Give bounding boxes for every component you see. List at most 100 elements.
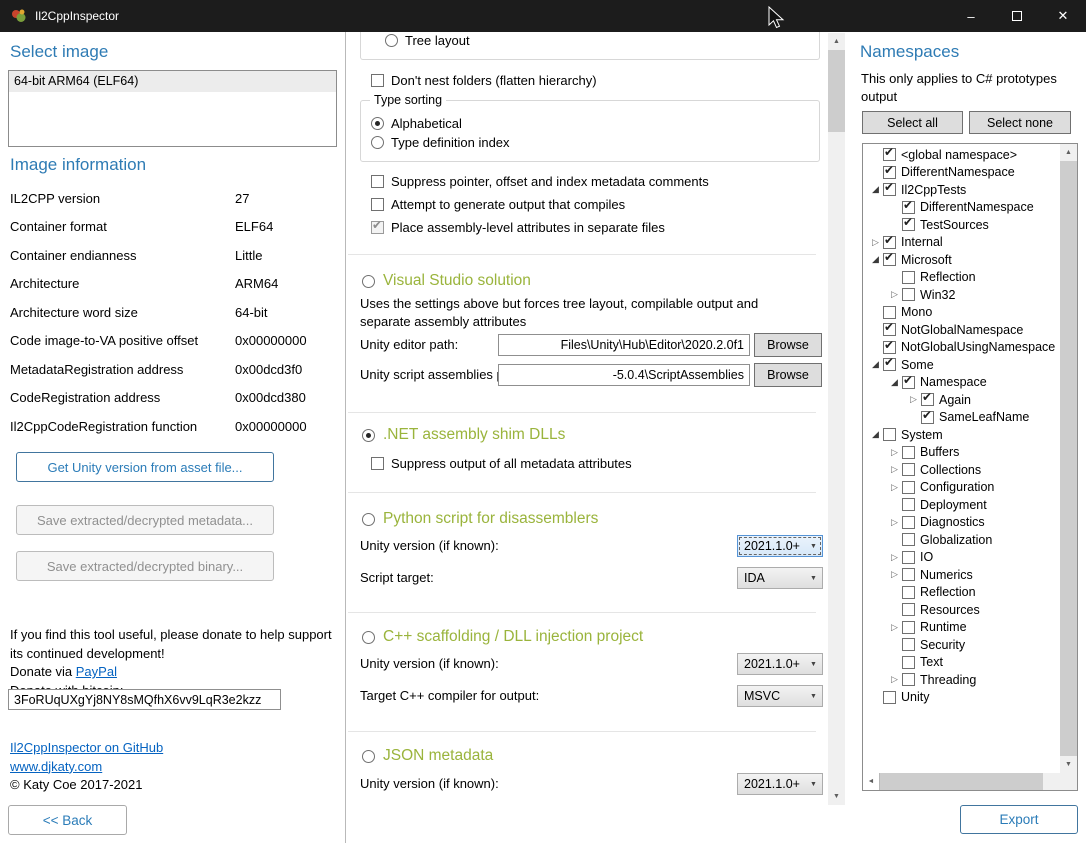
tree-item[interactable]: ✔TestSources	[864, 216, 1060, 234]
tree-item[interactable]: ◢✔Il2CppTests	[864, 181, 1060, 199]
checkbox[interactable]: ✔	[371, 198, 384, 211]
collapse-icon[interactable]: ◢	[887, 376, 902, 389]
tree-item-label[interactable]: Buffers	[920, 445, 959, 459]
collapse-icon[interactable]: ◢	[868, 183, 883, 196]
radio-button[interactable]	[371, 136, 384, 149]
suppress-meta-label[interactable]: Suppress output of all metadata attribut…	[391, 456, 632, 471]
shim-dlls-title[interactable]: .NET assembly shim DLLs	[383, 426, 565, 444]
tree-checkbox[interactable]: ✔	[902, 516, 915, 529]
minimize-button[interactable]: –	[948, 0, 994, 32]
tree-checkbox[interactable]: ✔	[883, 358, 896, 371]
checkbox-label[interactable]: Attempt to generate output that compiles	[391, 197, 625, 212]
get-unity-version-button[interactable]: Get Unity version from asset file...	[16, 452, 274, 482]
export-button[interactable]: Export	[960, 805, 1078, 834]
tree-item-label[interactable]: Reflection	[920, 270, 976, 284]
collapse-icon[interactable]: ◢	[868, 253, 883, 266]
vs-solution-title[interactable]: Visual Studio solution	[383, 272, 531, 290]
json-radio[interactable]	[362, 750, 375, 763]
tree-item[interactable]: ✔Reflection	[864, 584, 1060, 602]
tree-checkbox[interactable]: ✔	[883, 253, 896, 266]
tree-checkbox[interactable]: ✔	[902, 288, 915, 301]
tree-item[interactable]: ◢✔ Microsoft	[864, 251, 1060, 269]
tree-item-label[interactable]: IO	[920, 550, 933, 564]
tree-item-label[interactable]: Collections	[920, 463, 981, 477]
tree-item-label[interactable]: Numerics	[920, 568, 973, 582]
tree-checkbox[interactable]: ✔	[902, 568, 915, 581]
tree-item[interactable]: ✔Reflection	[864, 269, 1060, 287]
tree-checkbox[interactable]: ✔	[883, 428, 896, 441]
flatten-option[interactable]: ✔ Don't nest folders (flatten hierarchy)	[371, 73, 597, 88]
collapse-icon[interactable]: ◢	[868, 358, 883, 371]
python-script-option[interactable]: Python script for disassemblers	[362, 508, 598, 530]
tree-checkbox[interactable]: ✔	[921, 411, 934, 424]
expand-icon[interactable]: ▷	[906, 393, 921, 406]
tree-checkbox[interactable]: ✔	[902, 621, 915, 634]
tree-item-label[interactable]: Text	[920, 655, 943, 669]
cpp-project-option[interactable]: C++ scaffolding / DLL injection project	[362, 626, 643, 648]
tree-item[interactable]: ▷✔Again	[864, 391, 1060, 409]
tree-checkbox[interactable]: ✔	[902, 603, 915, 616]
app-icon[interactable]	[11, 8, 27, 24]
tree-item[interactable]: ▷✔Runtime	[864, 619, 1060, 637]
suppress-metadata-option[interactable]: ✔ Suppress output of all metadata attrib…	[371, 456, 632, 471]
tree-item[interactable]: ✔ Mono	[864, 304, 1060, 322]
tree-item[interactable]: ✔ Unity	[864, 689, 1060, 707]
shim-radio[interactable]	[362, 429, 375, 442]
tree-item-label[interactable]: Internal	[901, 235, 943, 249]
expand-icon[interactable]: ▷	[868, 236, 883, 249]
tree-item-label[interactable]: NotGlobalUsingNamespace	[901, 340, 1055, 354]
tree-item[interactable]: ▷✔Internal	[864, 234, 1060, 252]
tree-item-label[interactable]: Deployment	[920, 498, 987, 512]
select-none-button[interactable]: Select none	[969, 111, 1071, 134]
tree-item-label[interactable]: Microsoft	[901, 253, 952, 267]
paypal-link[interactable]: PayPal	[76, 664, 117, 679]
maximize-button[interactable]	[994, 0, 1040, 32]
tree-item-label[interactable]: Again	[939, 393, 971, 407]
python-unity-version-combo[interactable]: 2021.1.0+ ▼	[737, 535, 823, 557]
tree-item-label[interactable]: Globalization	[920, 533, 992, 547]
tree-checkbox[interactable]: ✔	[902, 218, 915, 231]
browse-editor-path-button[interactable]: Browse	[754, 333, 822, 357]
scrollbar-thumb[interactable]	[1060, 161, 1077, 756]
option-checkbox-row[interactable]: ✔Place assembly-level attributes in sepa…	[371, 219, 709, 236]
vs-radio[interactable]	[362, 275, 375, 288]
tree-checkbox[interactable]: ✔	[902, 551, 915, 564]
tree-item-label[interactable]: Configuration	[920, 480, 994, 494]
expand-icon[interactable]: ▷	[887, 463, 902, 476]
json-unity-version-combo[interactable]: 2021.1.0+ ▼	[737, 773, 823, 795]
expand-icon[interactable]: ▷	[887, 673, 902, 686]
tree-checkbox[interactable]: ✔	[883, 306, 896, 319]
tree-horizontal-scrollbar[interactable]: ◄ ►	[863, 773, 1060, 790]
script-target-combo[interactable]: IDA ▼	[737, 567, 823, 589]
expand-icon[interactable]: ▷	[887, 481, 902, 494]
tree-item[interactable]: ✔NotGlobalUsingNamespace	[864, 339, 1060, 357]
tree-vertical-scrollbar[interactable]: ▲ ▼	[1060, 144, 1077, 773]
tree-item[interactable]: ▷✔ IO	[864, 549, 1060, 567]
browse-assemblies-path-button[interactable]: Browse	[754, 363, 822, 387]
tree-checkbox[interactable]: ✔	[902, 533, 915, 546]
json-metadata-title[interactable]: JSON metadata	[383, 747, 493, 765]
collapse-icon[interactable]: ◢	[868, 428, 883, 441]
website-link[interactable]: www.djkaty.com	[10, 759, 102, 774]
radio-label[interactable]: Alphabetical	[391, 116, 462, 131]
tree-item[interactable]: ▷✔Collections	[864, 461, 1060, 479]
tree-item-label[interactable]: DifferentNamespace	[901, 165, 1015, 179]
expand-icon[interactable]: ▷	[887, 551, 902, 564]
tree-checkbox[interactable]: ✔	[883, 691, 896, 704]
tree-layout-option[interactable]: Tree layout	[385, 33, 470, 48]
tree-item-label[interactable]: Some	[901, 358, 934, 372]
tree-item[interactable]: ✔NotGlobalNamespace	[864, 321, 1060, 339]
type-sorting-option[interactable]: Type definition index	[371, 133, 510, 152]
tree-checkbox[interactable]: ✔	[902, 498, 915, 511]
scrollbar-thumb[interactable]	[880, 773, 1043, 790]
script-assemblies-field[interactable]: -5.0.4\ScriptAssemblies	[498, 364, 750, 386]
tree-item-label[interactable]: Namespace	[920, 375, 987, 389]
python-script-title[interactable]: Python script for disassemblers	[383, 510, 598, 528]
tree-item-label[interactable]: NotGlobalNamespace	[901, 323, 1023, 337]
tree-item[interactable]: ◢✔System	[864, 426, 1060, 444]
tree-item-label[interactable]: Mono	[901, 305, 932, 319]
tree-checkbox[interactable]: ✔	[902, 673, 915, 686]
python-radio[interactable]	[362, 513, 375, 526]
tree-item-label[interactable]: Threading	[920, 673, 976, 687]
tree-item-label[interactable]: Unity	[901, 690, 929, 704]
